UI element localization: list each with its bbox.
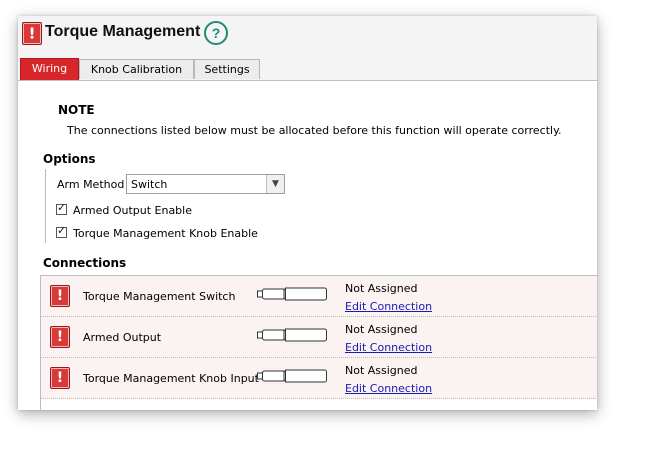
edit-connection-link[interactable]: Edit Connection <box>345 341 432 354</box>
connection-status: Not Assigned <box>345 364 418 377</box>
connection-name: Torque Management Knob Input <box>83 372 259 385</box>
torque-knob-enable-label: Torque Management Knob Enable <box>73 227 258 240</box>
tab-settings[interactable]: Settings <box>194 59 260 79</box>
connections-heading: Connections <box>43 256 127 270</box>
warning-icon: ! <box>50 367 70 389</box>
options-heading: Options <box>43 152 96 166</box>
checkmark-icon: ✓ <box>57 224 67 237</box>
connection-status: Not Assigned <box>345 282 418 295</box>
warning-icon: ! <box>22 22 42 45</box>
torque-knob-enable-checkbox[interactable]: ✓ <box>56 224 67 238</box>
warning-icon: ! <box>50 326 70 348</box>
torque-management-panel: ! Torque Management ? Wiring Knob Calibr… <box>18 16 597 410</box>
options-divider <box>45 169 46 243</box>
checkmark-icon: ✓ <box>57 201 67 214</box>
note-title: NOTE <box>58 103 95 117</box>
armed-output-enable-checkbox[interactable]: ✓ <box>56 201 67 215</box>
arm-method-label: Arm Method <box>57 178 125 191</box>
chevron-down-icon[interactable]: ▼ <box>266 175 284 193</box>
armed-output-enable-label: Armed Output Enable <box>73 204 192 217</box>
cable-plug-icon <box>257 328 327 342</box>
connection-name: Armed Output <box>83 331 162 344</box>
tab-wiring[interactable]: Wiring <box>20 58 79 80</box>
arm-method-value: Switch <box>131 178 168 191</box>
arm-method-select[interactable]: Switch ▼ <box>126 174 285 194</box>
tab-knob-calibration[interactable]: Knob Calibration <box>79 59 194 79</box>
cable-plug-icon <box>257 287 327 301</box>
header: ! Torque Management ? <box>18 16 597 56</box>
tab-bar: Wiring Knob Calibration Settings <box>18 56 597 81</box>
connection-row: ! Torque Management Switch Not Assigned … <box>41 276 597 317</box>
connection-status: Not Assigned <box>345 323 418 336</box>
connection-row: ! Torque Management Knob Input Not Assig… <box>41 358 597 399</box>
edit-connection-link[interactable]: Edit Connection <box>345 300 432 313</box>
help-icon[interactable]: ? <box>204 21 228 45</box>
connections-list: ! Torque Management Switch Not Assigned … <box>40 275 597 410</box>
cable-plug-icon <box>257 369 327 383</box>
connection-name: Torque Management Switch <box>83 290 236 303</box>
connection-row: ! Armed Output Not Assigned Edit Connect… <box>41 317 597 358</box>
warning-icon: ! <box>50 285 70 307</box>
edit-connection-link[interactable]: Edit Connection <box>345 382 432 395</box>
note-text: The connections listed below must be all… <box>67 124 562 137</box>
page-title: Torque Management <box>45 23 201 40</box>
